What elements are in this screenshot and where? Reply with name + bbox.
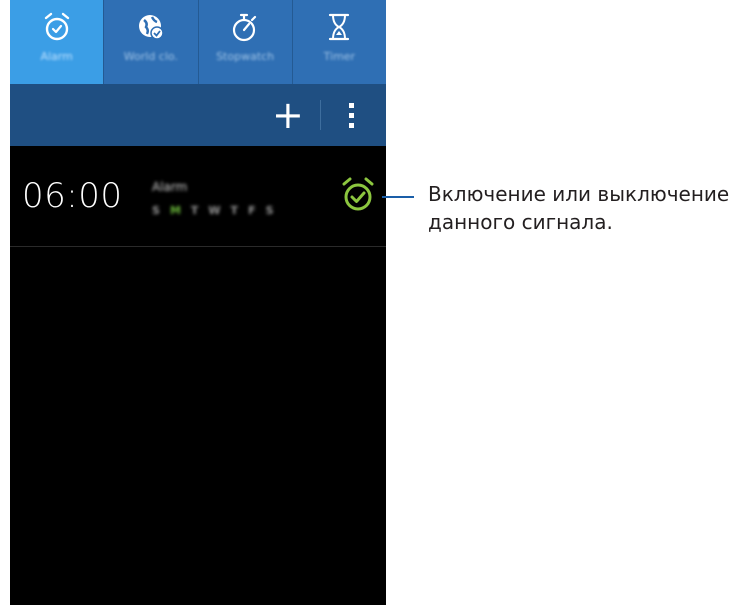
tab-world-clock[interactable]: World clo. [104, 0, 199, 84]
tab-label: Timer [323, 50, 356, 63]
alarm-on-icon[interactable] [340, 176, 376, 214]
day-letter: W [208, 204, 221, 217]
action-bar: + [10, 84, 386, 146]
alarm-list-item[interactable]: 06:00 Alarm S M T W T F S [10, 146, 386, 247]
day-letter: M [169, 204, 181, 217]
alarm-name: Alarm [152, 180, 188, 194]
tab-stopwatch[interactable]: Stopwatch [199, 0, 293, 84]
day-letter: S [152, 204, 160, 217]
add-alarm-button[interactable]: + [272, 96, 304, 134]
callout-text: Включение или выключение данного сигнала… [428, 180, 755, 236]
day-letter: T [190, 204, 199, 217]
alarm-time: 06:00 [22, 176, 123, 216]
tab-label: Stopwatch [216, 50, 275, 63]
day-letter: S [265, 204, 274, 217]
alarm-clock-icon [40, 10, 74, 44]
day-letter: T [230, 204, 239, 217]
tab-label: World clo. [123, 50, 178, 63]
clock-app-screen: Alarm World clo. Stopwatch Timer + 06:00… [10, 0, 386, 605]
more-vert-icon[interactable] [344, 100, 358, 132]
day-letter: F [248, 204, 256, 217]
alarm-repeat-days: S M T W T F S [152, 204, 274, 217]
tab-alarm[interactable]: Alarm [10, 0, 105, 84]
tab-label: Alarm [40, 50, 73, 63]
globe-icon [134, 10, 168, 44]
tab-bar: Alarm World clo. Stopwatch Timer [10, 0, 386, 84]
callout-line-1: Включение или выключение [428, 182, 730, 206]
callout-line-2: данного сигнала. [428, 210, 613, 234]
callout-line [382, 196, 414, 198]
tab-timer[interactable]: Timer [293, 0, 386, 84]
action-divider [320, 100, 321, 130]
stopwatch-icon [228, 10, 262, 44]
hourglass-icon [322, 10, 356, 44]
